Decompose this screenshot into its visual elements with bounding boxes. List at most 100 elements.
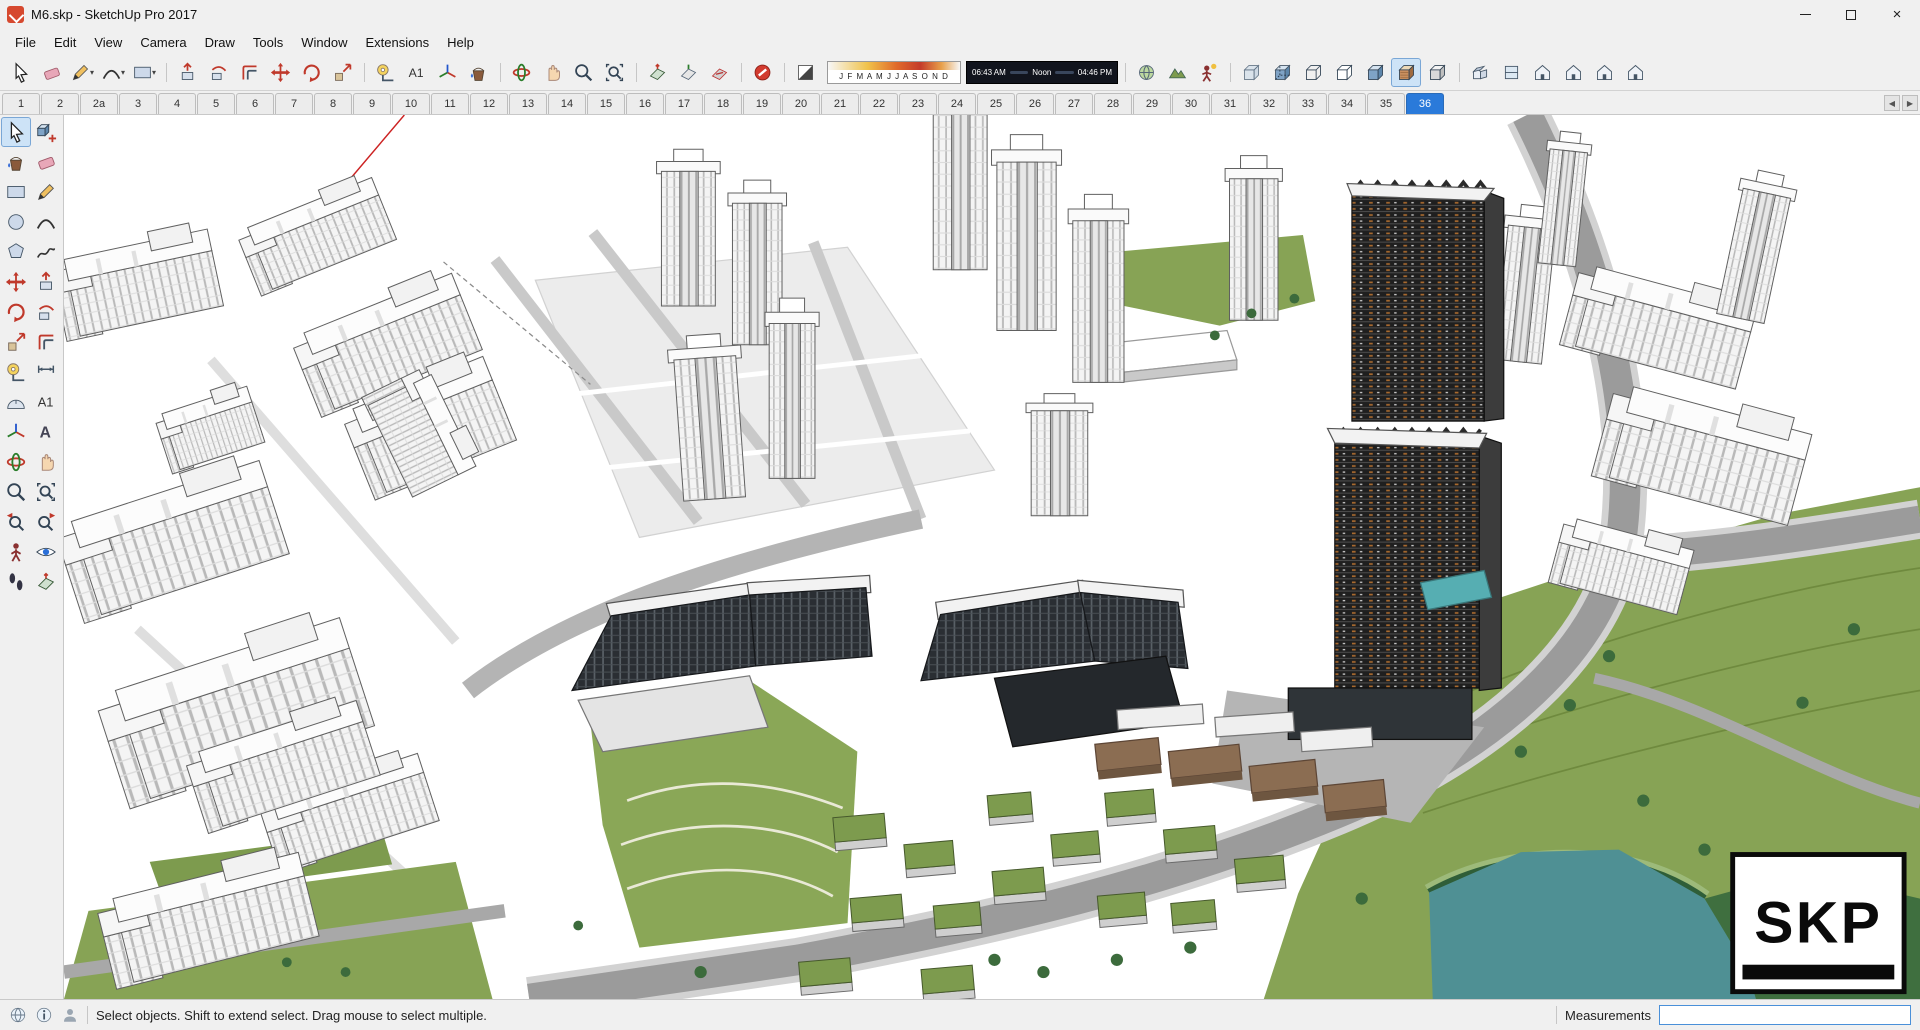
- scene-tab[interactable]: 21: [821, 93, 859, 114]
- offset-button[interactable]: ▾: [234, 58, 264, 87]
- menu-edit[interactable]: Edit: [45, 32, 85, 53]
- palette-dimension-button[interactable]: [31, 357, 61, 387]
- view-right-button[interactable]: ▾: [1558, 58, 1588, 87]
- scene-tab[interactable]: 32: [1250, 93, 1288, 114]
- section-cuts-button[interactable]: ▾: [704, 58, 734, 87]
- palette-rotate-button[interactable]: [1, 297, 31, 327]
- scene-tab[interactable]: 5: [197, 93, 235, 114]
- menu-camera[interactable]: Camera: [131, 32, 195, 53]
- model-viewport[interactable]: SKP: [64, 115, 1920, 999]
- geolocation-status-button[interactable]: [9, 1006, 27, 1024]
- scene-tab[interactable]: 33: [1289, 93, 1327, 114]
- palette-line-button[interactable]: [31, 177, 61, 207]
- line-button[interactable]: ▾: [67, 58, 97, 87]
- scene-tab[interactable]: 28: [1094, 93, 1132, 114]
- scene-tab[interactable]: 2a: [80, 93, 118, 114]
- palette-text-button[interactable]: [31, 387, 61, 417]
- scene-tab[interactable]: 19: [743, 93, 781, 114]
- scale-button[interactable]: ▾: [327, 58, 357, 87]
- palette-zoom-button[interactable]: [1, 477, 31, 507]
- scene-tab[interactable]: 7: [275, 93, 313, 114]
- arcs-button[interactable]: ▾: [98, 58, 128, 87]
- palette-scale-button[interactable]: [1, 327, 31, 357]
- style-shaded-button[interactable]: ▾: [1360, 58, 1390, 87]
- palette-polygon-button[interactable]: [1, 237, 31, 267]
- minimize-button[interactable]: [1782, 0, 1828, 29]
- toggle-terrain-button[interactable]: ▾: [1162, 58, 1192, 87]
- palette-push-pull-button[interactable]: [31, 267, 61, 297]
- view-front-button[interactable]: ▾: [1527, 58, 1557, 87]
- scene-tab[interactable]: 17: [665, 93, 703, 114]
- measurements-input[interactable]: [1659, 1005, 1911, 1025]
- palette-section-plane-button[interactable]: [31, 567, 61, 597]
- tape-measure-button[interactable]: ▾: [364, 58, 400, 87]
- style-monochrome-button[interactable]: ▾: [1422, 58, 1452, 87]
- scene-tab[interactable]: 8: [314, 93, 352, 114]
- shapes-button[interactable]: ▾: [129, 58, 159, 87]
- zoom-button[interactable]: ▾: [568, 58, 598, 87]
- palette-offset-button[interactable]: [31, 327, 61, 357]
- palette-eraser-button[interactable]: [31, 147, 61, 177]
- palette-orbit-button[interactable]: [1, 447, 31, 477]
- palette-zoom-previous-button[interactable]: [1, 507, 31, 537]
- style-shaded-textures-button[interactable]: ▾: [1391, 58, 1421, 87]
- view-left-button[interactable]: ▾: [1620, 58, 1650, 87]
- zoom-extents-button[interactable]: ▾: [599, 58, 629, 87]
- menu-view[interactable]: View: [85, 32, 131, 53]
- close-button[interactable]: ×: [1874, 0, 1920, 29]
- palette-protractor-button[interactable]: [1, 387, 31, 417]
- photo-textures-button[interactable]: ▾: [1193, 58, 1223, 87]
- scene-tab[interactable]: 25: [977, 93, 1015, 114]
- menu-file[interactable]: File: [6, 32, 45, 53]
- palette-make-component-button[interactable]: [31, 117, 61, 147]
- scene-tab[interactable]: 13: [509, 93, 547, 114]
- scene-tab[interactable]: 3: [119, 93, 157, 114]
- style-wireframe-button[interactable]: ▾: [1298, 58, 1328, 87]
- palette-paint-bucket-button[interactable]: [1, 147, 31, 177]
- section-display-button[interactable]: ▾: [673, 58, 703, 87]
- move-button[interactable]: ▾: [265, 58, 295, 87]
- palette-follow-me-button[interactable]: [31, 297, 61, 327]
- scene-tab[interactable]: 15: [587, 93, 625, 114]
- menu-help[interactable]: Help: [438, 32, 483, 53]
- menu-window[interactable]: Window: [292, 32, 356, 53]
- scene-tab[interactable]: 4: [158, 93, 196, 114]
- select-button[interactable]: ▾: [5, 58, 35, 87]
- scene-tab[interactable]: 2: [41, 93, 79, 114]
- credits-status-button[interactable]: [35, 1006, 53, 1024]
- tab-scroll-right-button[interactable]: ▶: [1902, 95, 1918, 111]
- scene-tab[interactable]: 22: [860, 93, 898, 114]
- scene-tab[interactable]: 10: [392, 93, 430, 114]
- scene-tab[interactable]: 6: [236, 93, 274, 114]
- shadow-settings-button[interactable]: ▾: [784, 58, 820, 87]
- pan-button[interactable]: ▾: [537, 58, 567, 87]
- palette-position-camera-button[interactable]: [1, 537, 31, 567]
- rotate-button[interactable]: ▾: [296, 58, 326, 87]
- scene-tab[interactable]: 27: [1055, 93, 1093, 114]
- follow-me-button[interactable]: ▾: [203, 58, 233, 87]
- palette-rectangle-button[interactable]: [1, 177, 31, 207]
- style-xray-button[interactable]: ▾: [1230, 58, 1266, 87]
- menu-tools[interactable]: Tools: [244, 32, 292, 53]
- shadow-date-slider[interactable]: J F M A M J J A S O N D: [827, 61, 961, 84]
- section-plane-button[interactable]: ▾: [636, 58, 672, 87]
- render-plugin-button[interactable]: ▾: [741, 58, 777, 87]
- view-top-button[interactable]: ▾: [1496, 58, 1526, 87]
- paint-bucket-button[interactable]: ▾: [463, 58, 493, 87]
- palette-move-button[interactable]: [1, 267, 31, 297]
- scene-tab[interactable]: 9: [353, 93, 391, 114]
- palette-tape-measure-button[interactable]: [1, 357, 31, 387]
- scene-tab[interactable]: 16: [626, 93, 664, 114]
- palette-3d-text-button[interactable]: [31, 417, 61, 447]
- scene-tab[interactable]: 31: [1211, 93, 1249, 114]
- scene-tab[interactable]: 23: [899, 93, 937, 114]
- shadow-time-slider[interactable]: 06:43 AM Noon 04:46 PM: [966, 61, 1118, 84]
- palette-axes-button[interactable]: [1, 417, 31, 447]
- view-iso-button[interactable]: ▾: [1459, 58, 1495, 87]
- style-hidden-line-button[interactable]: ▾: [1329, 58, 1359, 87]
- maximize-button[interactable]: [1828, 0, 1874, 29]
- palette-pan-button[interactable]: [31, 447, 61, 477]
- palette-select-button[interactable]: [1, 117, 31, 147]
- palette-freehand-button[interactable]: [31, 237, 61, 267]
- palette-walk-button[interactable]: [1, 567, 31, 597]
